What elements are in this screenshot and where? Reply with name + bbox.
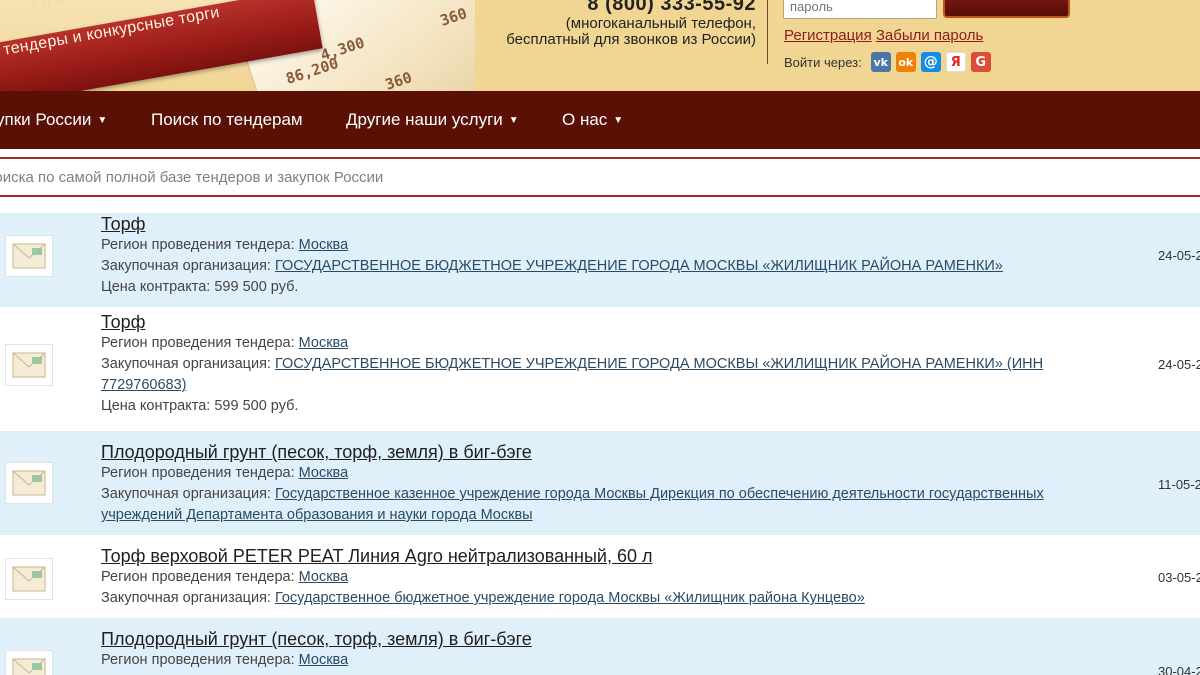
banner-logo-script: Курий [29, 0, 71, 12]
region-line: Регион проведения тендера: Москва [101, 567, 1061, 588]
nav-item-search[interactable]: Поиск по тендерам [151, 110, 303, 130]
vk-icon[interactable]: vk [870, 52, 891, 72]
list-item: Торф верховой PETER PEAT Линия Agro нейт… [0, 535, 1200, 618]
region-link[interactable]: Москва [299, 465, 349, 481]
tender-date: 24-05-2 [1158, 357, 1200, 372]
org-line: Закупочная организация: Государственное … [101, 588, 1061, 609]
region-label: Регион проведения тендера: [101, 652, 295, 668]
nav-item-label: О нас [562, 110, 608, 129]
region-line: Регион проведения тендера: Москва [101, 463, 1061, 484]
caret-down-icon: ▼ [508, 115, 519, 126]
login-button[interactable] [943, 0, 1070, 18]
org-label: Закупочная организация: [101, 356, 271, 372]
yandex-icon[interactable]: Я [945, 52, 966, 72]
tender-title-link[interactable]: Плодородный грунт (песок, торф, земля) в… [101, 441, 1061, 463]
social-login: Войти через: vk ok @ Я G [784, 52, 991, 72]
region-line: Регион проведения тендера: Москва [101, 333, 1061, 354]
org-line: Закупочная организация: ГОСУДАРСТВЕННОЕ … [101, 354, 1061, 396]
caret-down-icon: ▼ [97, 115, 108, 126]
region-label: Регион проведения тендера: [101, 569, 295, 585]
main-nav: упки России ▼ Поиск по тендерам Другие на… [0, 91, 1200, 149]
nav-item-about[interactable]: О нас ▼ [562, 110, 623, 130]
password-field[interactable] [783, 0, 937, 19]
list-item: Плодородный грунт (песок, торф, земля) в… [0, 618, 1200, 675]
org-link[interactable]: ГОСУДАРСТВЕННОЕ БЮДЖЕТНОЕ УЧРЕЖДЕНИЕ ГОР… [275, 258, 1003, 274]
price-line: Цена контракта: 599 500 руб. [101, 398, 299, 414]
result-body: Плодородный грунт (песок, торф, земля) в… [101, 628, 1061, 671]
region-line: Регион проведения тендера: Москва [101, 650, 1061, 671]
org-label: Закупочная организация: [101, 486, 271, 502]
tender-date: 03-05-2 [1158, 570, 1200, 585]
envelope-icon[interactable] [5, 558, 53, 600]
search-input[interactable] [0, 159, 1200, 195]
google-icon[interactable]: G [970, 52, 991, 72]
results-list: Торф Регион проведения тендера: Москва З… [0, 213, 1200, 675]
odnoklassniki-icon[interactable]: ok [895, 52, 916, 72]
mailru-icon[interactable]: @ [920, 52, 941, 72]
list-item: Торф Регион проведения тендера: Москва З… [0, 307, 1200, 431]
region-line: Регион проведения тендера: Москва [101, 235, 1061, 256]
region-link[interactable]: Москва [299, 237, 349, 253]
result-body: Торф Регион проведения тендера: Москва З… [101, 311, 1061, 417]
tender-title-link[interactable]: Плодородный грунт (песок, торф, земля) в… [101, 628, 1061, 650]
region-link[interactable]: Москва [299, 652, 349, 668]
forgot-password-link[interactable]: Забыли пароль [876, 27, 983, 44]
tender-date: 24-05-2 [1158, 248, 1200, 263]
nav-item-label: Другие наши услуги [346, 110, 503, 129]
phone-note: (многоканальный телефон, [565, 15, 756, 32]
envelope-icon[interactable] [5, 462, 53, 504]
list-item: Плодородный грунт (песок, торф, земля) в… [0, 431, 1200, 535]
tender-title-link[interactable]: Торф [101, 311, 1061, 333]
auth-links: Регистрация Забыли пароль [784, 27, 983, 44]
tender-title-link[interactable]: Торф верховой PETER PEAT Линия Agro нейт… [101, 545, 1061, 567]
list-item: Торф Регион проведения тендера: Москва З… [0, 213, 1200, 307]
region-label: Регион проведения тендера: [101, 465, 295, 481]
phone-note: бесплатный для звонков из России) [506, 31, 756, 48]
envelope-icon[interactable] [5, 650, 53, 675]
social-login-label: Войти через: [784, 54, 862, 70]
tender-title-link[interactable]: Торф [101, 213, 1061, 235]
caret-down-icon: ▼ [613, 115, 624, 126]
region-link[interactable]: Москва [299, 569, 349, 585]
region-link[interactable]: Москва [299, 335, 349, 351]
tender-date: 30-04-2 [1158, 664, 1200, 675]
site-header: 360 4,300 86,200 360 Курий тендеры и кон… [0, 0, 1200, 91]
org-label: Закупочная организация: [101, 258, 271, 274]
header-banner[interactable]: 360 4,300 86,200 360 Курий тендеры и кон… [0, 0, 475, 91]
result-body: Торф верховой PETER PEAT Линия Agro нейт… [101, 545, 1061, 609]
register-link[interactable]: Регистрация [784, 27, 872, 44]
price-line: Цена контракта: 599 500 руб. [101, 279, 299, 295]
envelope-icon[interactable] [5, 235, 53, 277]
nav-item-label: упки России [0, 110, 92, 129]
region-label: Регион проведения тендера: [101, 237, 295, 253]
nav-item-services[interactable]: Другие наши услуги ▼ [346, 110, 519, 130]
header-divider [767, 0, 768, 64]
phone-block: 8 (800) 333-55-92 (многоканальный телефо… [480, 0, 756, 48]
region-label: Регион проведения тендера: [101, 335, 295, 351]
phone-number[interactable]: 8 (800) 333-55-92 [480, 0, 756, 16]
org-label: Закупочная организация: [101, 590, 271, 606]
search-bar [0, 157, 1200, 197]
nav-item-label: Поиск по тендерам [151, 110, 303, 129]
envelope-icon[interactable] [5, 344, 53, 386]
org-line: Закупочная организация: Государственное … [101, 484, 1061, 526]
result-body: Плодородный грунт (песок, торф, земля) в… [101, 441, 1061, 526]
org-link[interactable]: Государственное бюджетное учреждение гор… [275, 590, 865, 606]
org-line: Закупочная организация: ГОСУДАРСТВЕННОЕ … [101, 256, 1061, 277]
result-body: Торф Регион проведения тендера: Москва З… [101, 213, 1061, 298]
nav-item-purchases[interactable]: упки России ▼ [0, 110, 107, 130]
tender-date: 11-05-2 [1158, 477, 1200, 492]
